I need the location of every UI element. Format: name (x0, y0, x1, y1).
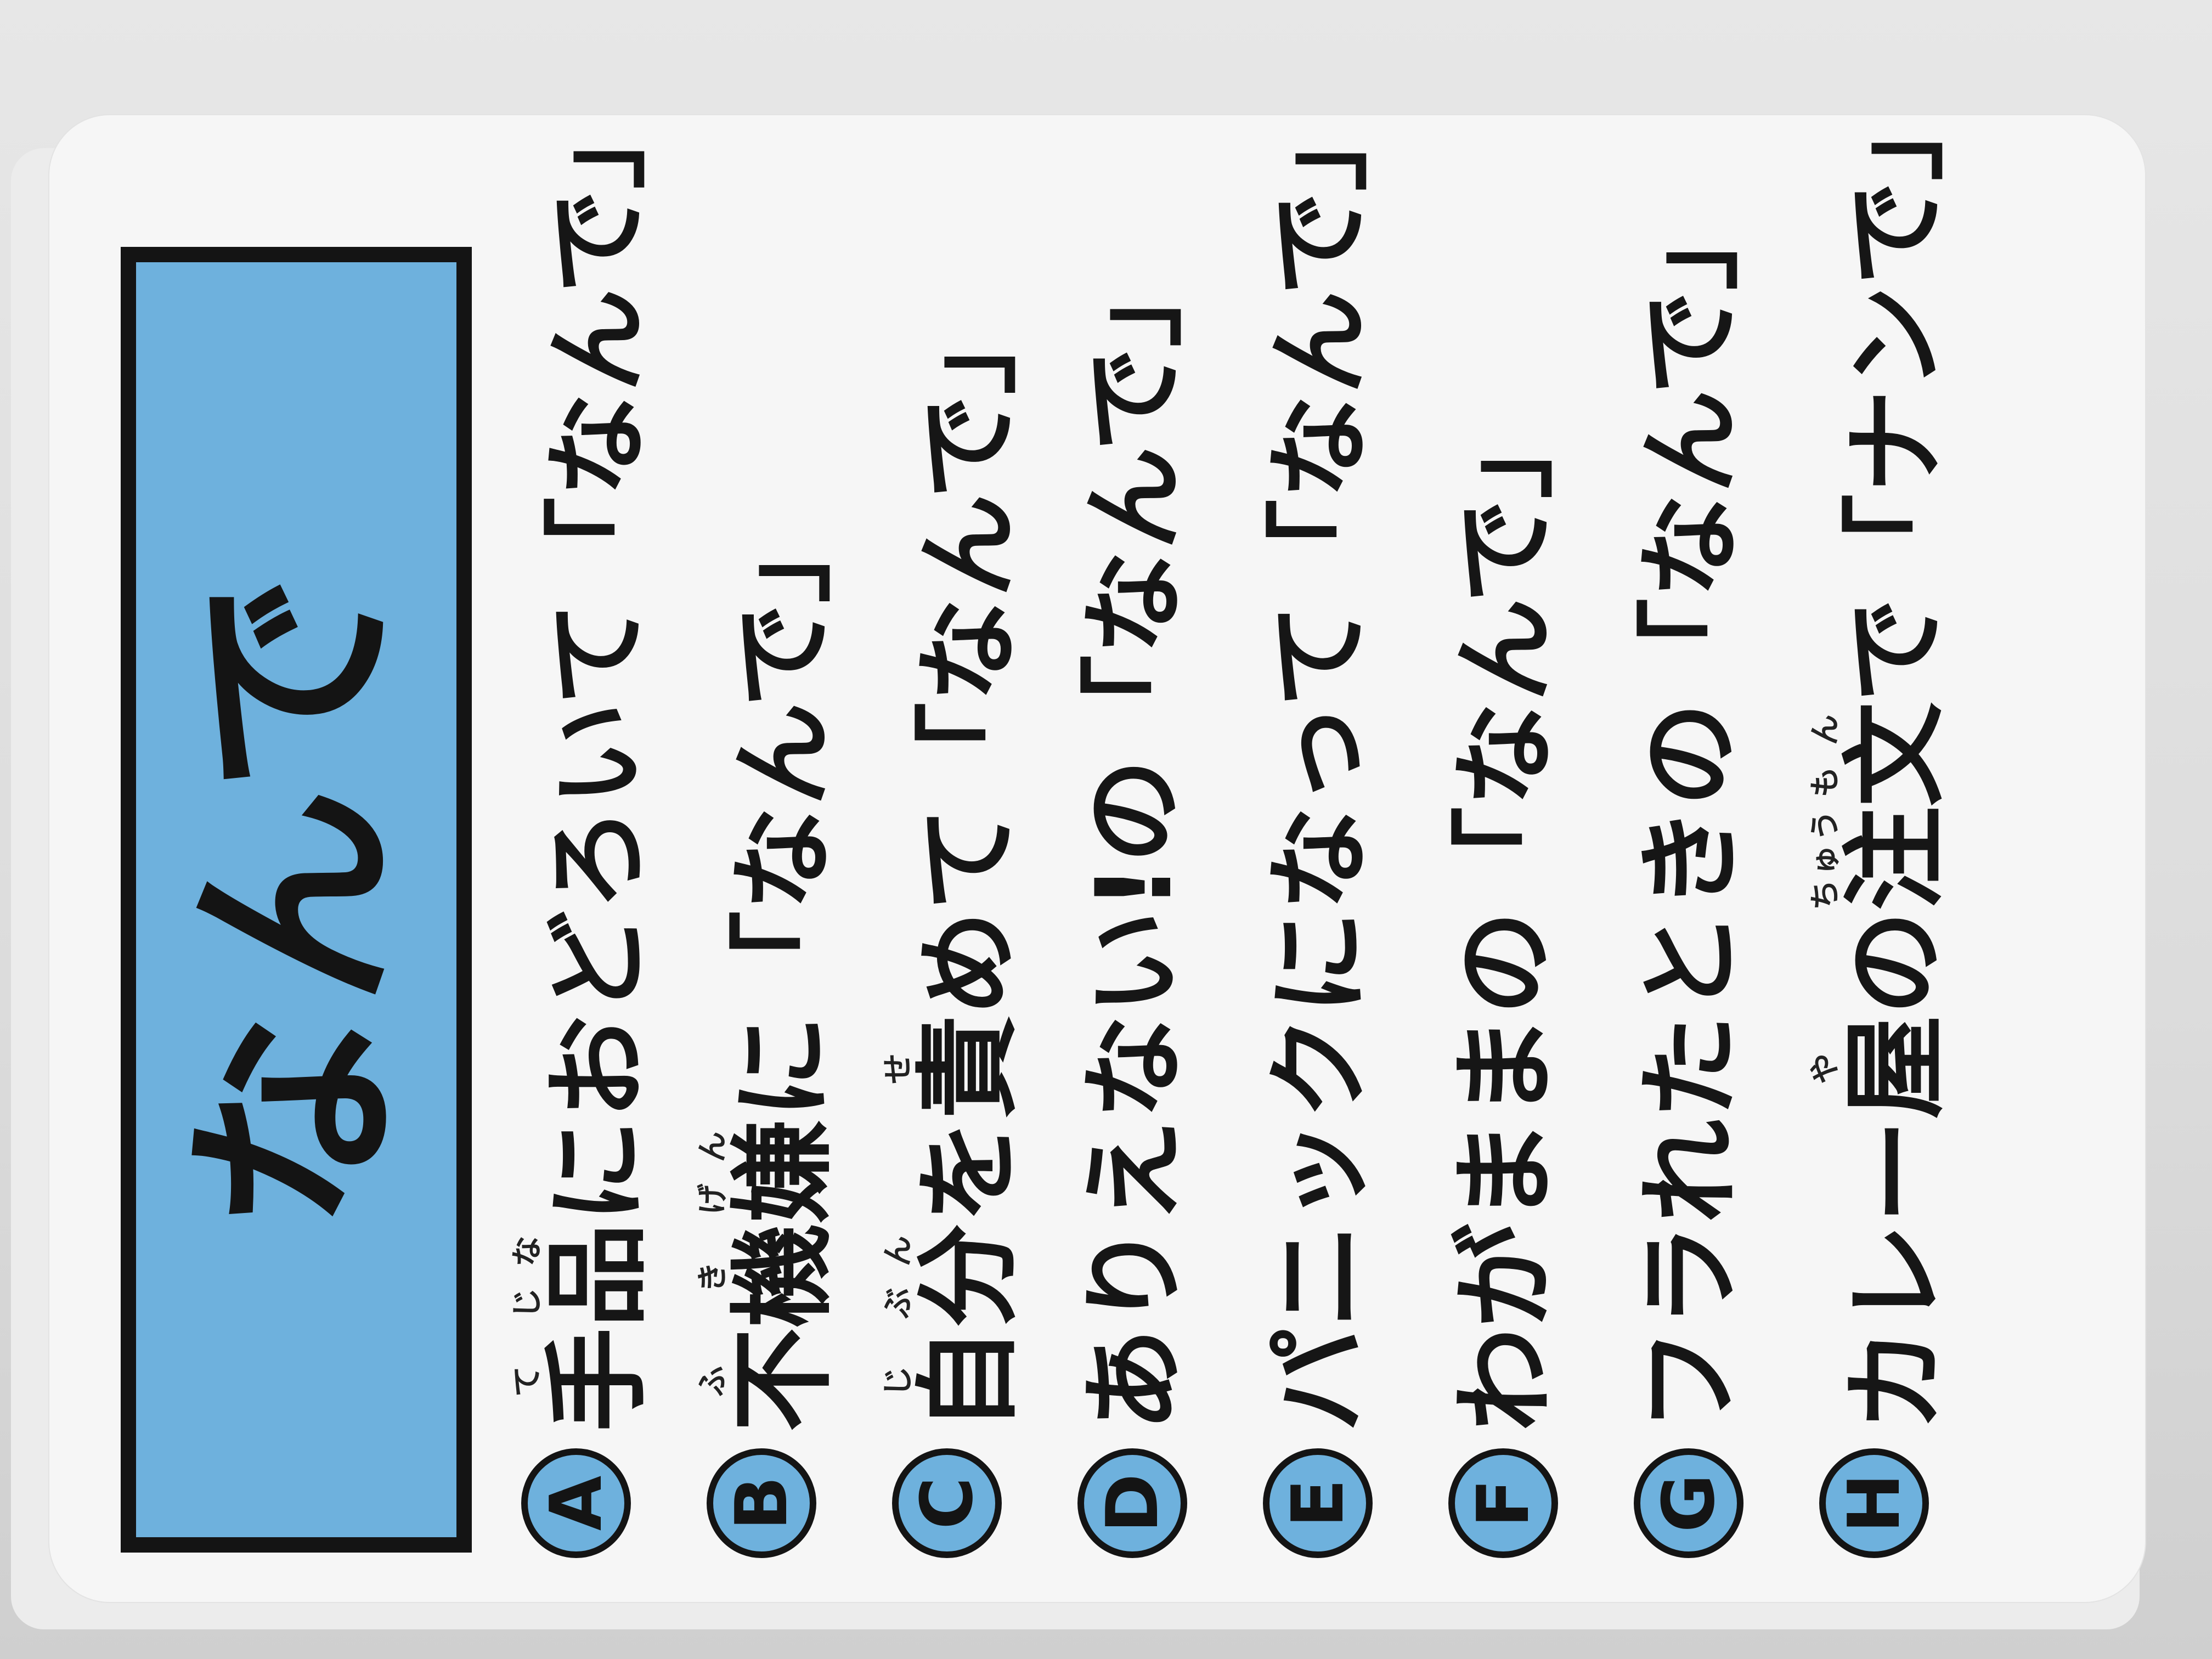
option-badge: B (707, 1448, 816, 1558)
option-badge: E (1263, 1448, 1373, 1558)
option-letter: G (1647, 1474, 1730, 1533)
furigana-reading: じ (881, 1328, 916, 1432)
option-text-segment: の (1835, 910, 1956, 1015)
option-text: フラれたときの「なんで」 (1623, 186, 1758, 1432)
kanji-text: 責 (908, 1014, 1029, 1119)
option-item: D ありえない!の「なんで」 (1045, 165, 1209, 1558)
kanji-text: 文 (1835, 702, 1956, 806)
option-text: 手て品じなにおどろいて「なんで」 (510, 85, 665, 1432)
furigana-reading: げん (695, 1119, 731, 1223)
option-text-segment: におどろいて「なんで」 (537, 85, 658, 1223)
option-text-segment: フラれたときの「なんで」 (1630, 186, 1751, 1432)
furigana-reading: ちゅう (1808, 806, 1843, 911)
furigana-word: 手て (510, 1327, 658, 1432)
option-badge: C (892, 1448, 1002, 1558)
option-text-segment: めて「なんで」 (908, 290, 1029, 1015)
option-text: 不ふ機き嫌げんに「なんで」 (695, 499, 851, 1432)
furigana-reading: ぶん (881, 1223, 916, 1328)
option-item: F わがままの「なんで」 (1415, 165, 1580, 1558)
option-letter: B (720, 1476, 803, 1531)
furigana-reading: て (510, 1328, 545, 1432)
furigana-word: 注ちゅう (1808, 806, 1956, 911)
option-letter: H (1832, 1473, 1916, 1533)
kanji-text: 嫌 (723, 1119, 844, 1223)
furigana-word: 嫌げん (695, 1119, 844, 1223)
kanji-text: 品 (537, 1223, 658, 1328)
option-item: C 自じ分ぶんを責せめて「なんで」 (859, 165, 1029, 1558)
option-letter: E (1276, 1479, 1359, 1528)
option-item: G フラれたときの「なんで」 (1601, 165, 1765, 1558)
option-text-segment: カレー (1835, 1119, 1956, 1432)
furigana-word: 責せ (881, 1014, 1029, 1119)
option-badge: F (1448, 1448, 1558, 1558)
furigana-reading: もん (1808, 702, 1843, 806)
kanji-text: 手 (537, 1327, 658, 1432)
option-text-segment: パニックになって「なんで」 (1259, 87, 1380, 1432)
option-badge: H (1819, 1448, 1929, 1558)
option-text-segment: を (908, 1119, 1029, 1223)
card-content: なんで A 手て品じなにおどろいて「なんで」 B 不ふ機き嫌げんに「なんで」 C 自じ分ぶ… (55, 77, 2085, 1585)
furigana-reading: き (695, 1223, 731, 1328)
option-text-segment: ありえない!の「なんで」 (1074, 242, 1195, 1432)
kanji-text: 自 (908, 1327, 1029, 1432)
option-text-segment: に「なんで」 (723, 499, 844, 1119)
option-text: パニックになって「なんで」 (1252, 87, 1387, 1432)
option-text-segment: で「ナンで」 (1835, 76, 1956, 702)
furigana-reading: や (1808, 1014, 1843, 1119)
option-item: E パニックになって「なんで」 (1230, 87, 1395, 1558)
title-banner: なんで (121, 247, 472, 1553)
option-text: カレー屋やの注ちゅう文もんで「ナンで」 (1808, 77, 1963, 1432)
furigana-word: 自じ (881, 1327, 1029, 1432)
furigana-word: 品じな (510, 1223, 658, 1328)
option-letter: D (1091, 1474, 1174, 1533)
option-letter: C (905, 1477, 989, 1530)
kanji-text: 不 (723, 1327, 844, 1432)
furigana-reading: ふ (695, 1328, 731, 1432)
furigana-reading: じな (510, 1223, 545, 1328)
option-item: H カレー屋やの注ちゅう文もんで「ナンで」 (1786, 77, 1956, 1558)
furigana-word: 不ふ (695, 1327, 844, 1432)
option-letter: F (1462, 1479, 1545, 1528)
option-badge: G (1634, 1448, 1743, 1558)
kanji-text: 注 (1835, 806, 1956, 911)
option-text-segment: わがままの「なんで」 (1444, 394, 1566, 1432)
kanji-text: 機 (723, 1223, 844, 1328)
option-letter: A (534, 1475, 618, 1531)
photo-scene: なんで A 手て品じなにおどろいて「なんで」 B 不ふ機き嫌げんに「なんで」 C 自じ分ぶ… (0, 0, 2212, 1659)
option-text: わがままの「なんで」 (1437, 394, 1573, 1432)
option-text: ありえない!の「なんで」 (1066, 243, 1202, 1432)
kanji-text: 分 (908, 1223, 1029, 1328)
furigana-reading: せ (881, 1014, 916, 1119)
furigana-word: 機き (695, 1223, 844, 1328)
option-text: 自じ分ぶんを責せめて「なんで」 (881, 290, 1036, 1432)
card-title: なんで (168, 568, 424, 1232)
option-item: B 不ふ機き嫌げんに「なんで」 (674, 165, 844, 1558)
furigana-word: 分ぶん (881, 1223, 1029, 1328)
kanji-text: 屋 (1835, 1014, 1956, 1119)
furigana-word: 屋や (1808, 1014, 1956, 1119)
option-item: A 手て品じなにおどろいて「なんで」 (488, 85, 658, 1558)
furigana-word: 文もん (1808, 702, 1956, 806)
option-badge: D (1077, 1448, 1187, 1558)
option-badge: A (521, 1448, 631, 1558)
